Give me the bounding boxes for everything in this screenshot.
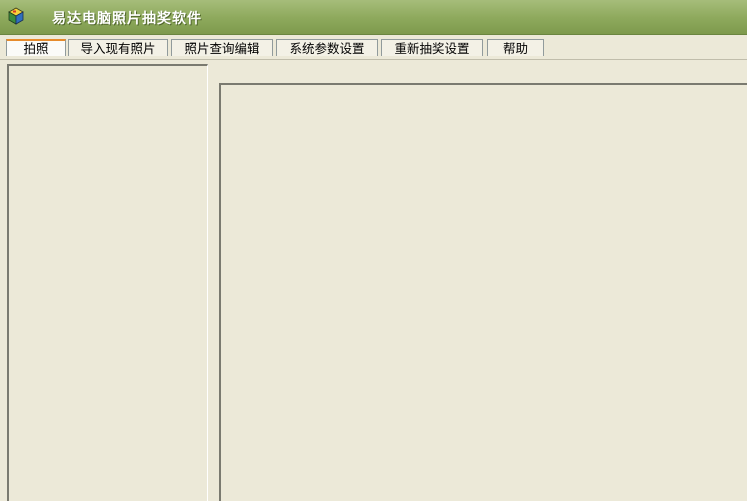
tab-system-settings[interactable]: 系统参数设置: [276, 39, 378, 56]
window-title: 易达电脑照片抽奖软件: [52, 11, 202, 27]
app-cube-icon: [7, 7, 25, 25]
tab-redraw-settings[interactable]: 重新抽奖设置: [381, 39, 483, 56]
title-bar[interactable]: 易达电脑照片抽奖软件: [0, 0, 747, 35]
tab-capture-photo[interactable]: 拍照: [6, 39, 66, 56]
photo-preview-frame: [219, 83, 747, 501]
tab-help[interactable]: 帮助: [487, 39, 544, 56]
tab-photo-query-edit[interactable]: 照片查询编辑: [171, 39, 273, 56]
tab-strip: 拍照 导入现有照片 照片查询编辑 系统参数设置 重新抽奖设置 帮助: [0, 35, 747, 60]
tab-import-photos[interactable]: 导入现有照片: [68, 39, 168, 56]
left-panel: [7, 64, 208, 501]
